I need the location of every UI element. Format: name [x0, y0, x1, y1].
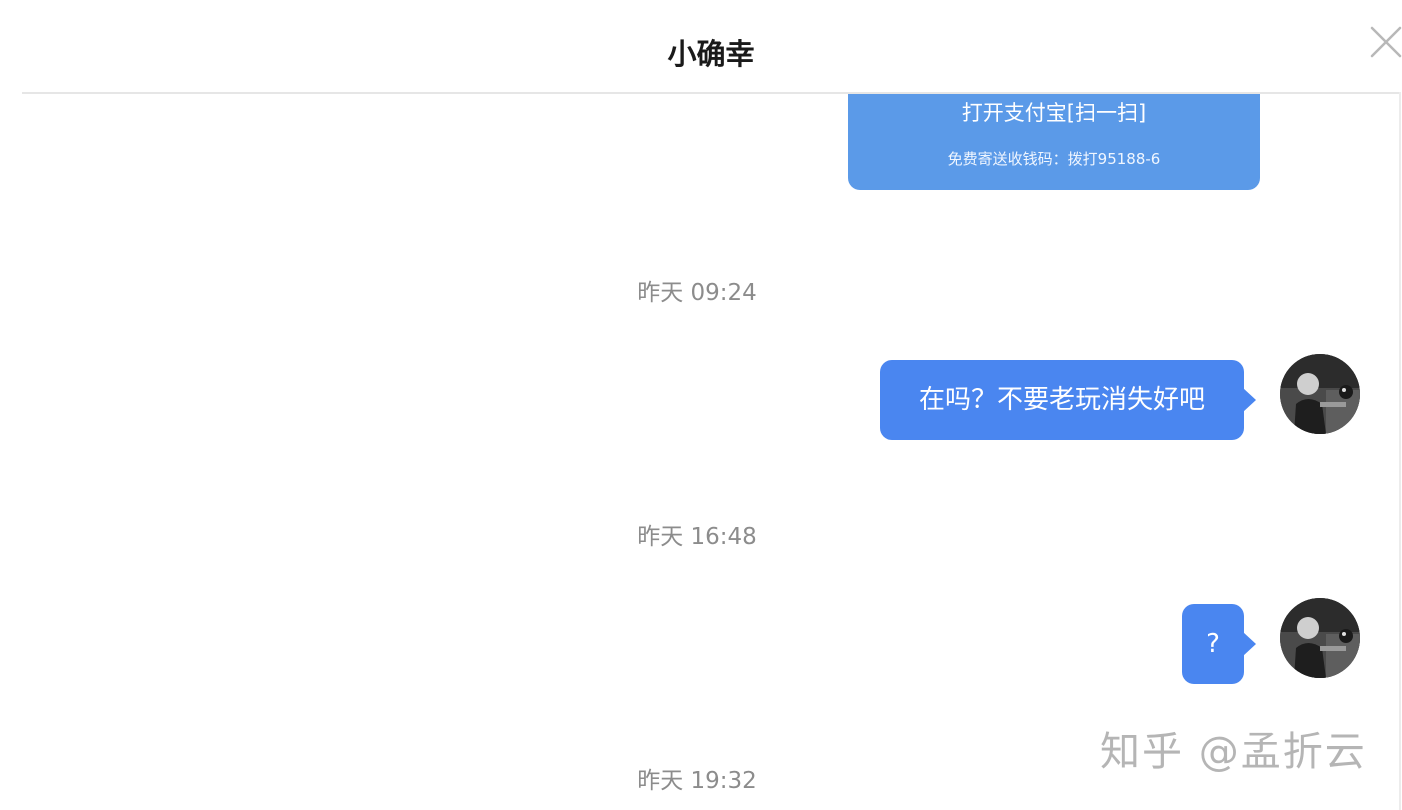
- chat-header: 小确幸: [22, 0, 1402, 94]
- chat-title: 小确幸: [667, 37, 755, 71]
- chat-window: 小确幸 打开支付宝[扫一扫] 免费寄送收钱码：拨打95188-6 昨天 09:2…: [0, 0, 1402, 810]
- watermark: 知乎 @孟折云: [1100, 729, 1367, 775]
- close-icon[interactable]: [1368, 24, 1402, 60]
- user-avatar[interactable]: [1280, 354, 1360, 434]
- message-bubble[interactable]: 在吗？不要老玩消失好吧: [880, 360, 1256, 440]
- payment-card-title: 打开支付宝[扫一扫]: [961, 101, 1147, 125]
- message-timestamp: 昨天 16:48: [637, 524, 757, 550]
- message-bubble[interactable]: ?: [1182, 604, 1256, 684]
- scroll-divider: [1399, 92, 1401, 810]
- message-timestamp: 昨天 09:24: [637, 280, 757, 306]
- user-avatar[interactable]: [1280, 598, 1360, 678]
- payment-card-message[interactable]: 打开支付宝[扫一扫] 免费寄送收钱码：拨打95188-6: [848, 94, 1260, 190]
- payment-card-subtitle: 免费寄送收钱码：拨打95188-6: [947, 150, 1161, 168]
